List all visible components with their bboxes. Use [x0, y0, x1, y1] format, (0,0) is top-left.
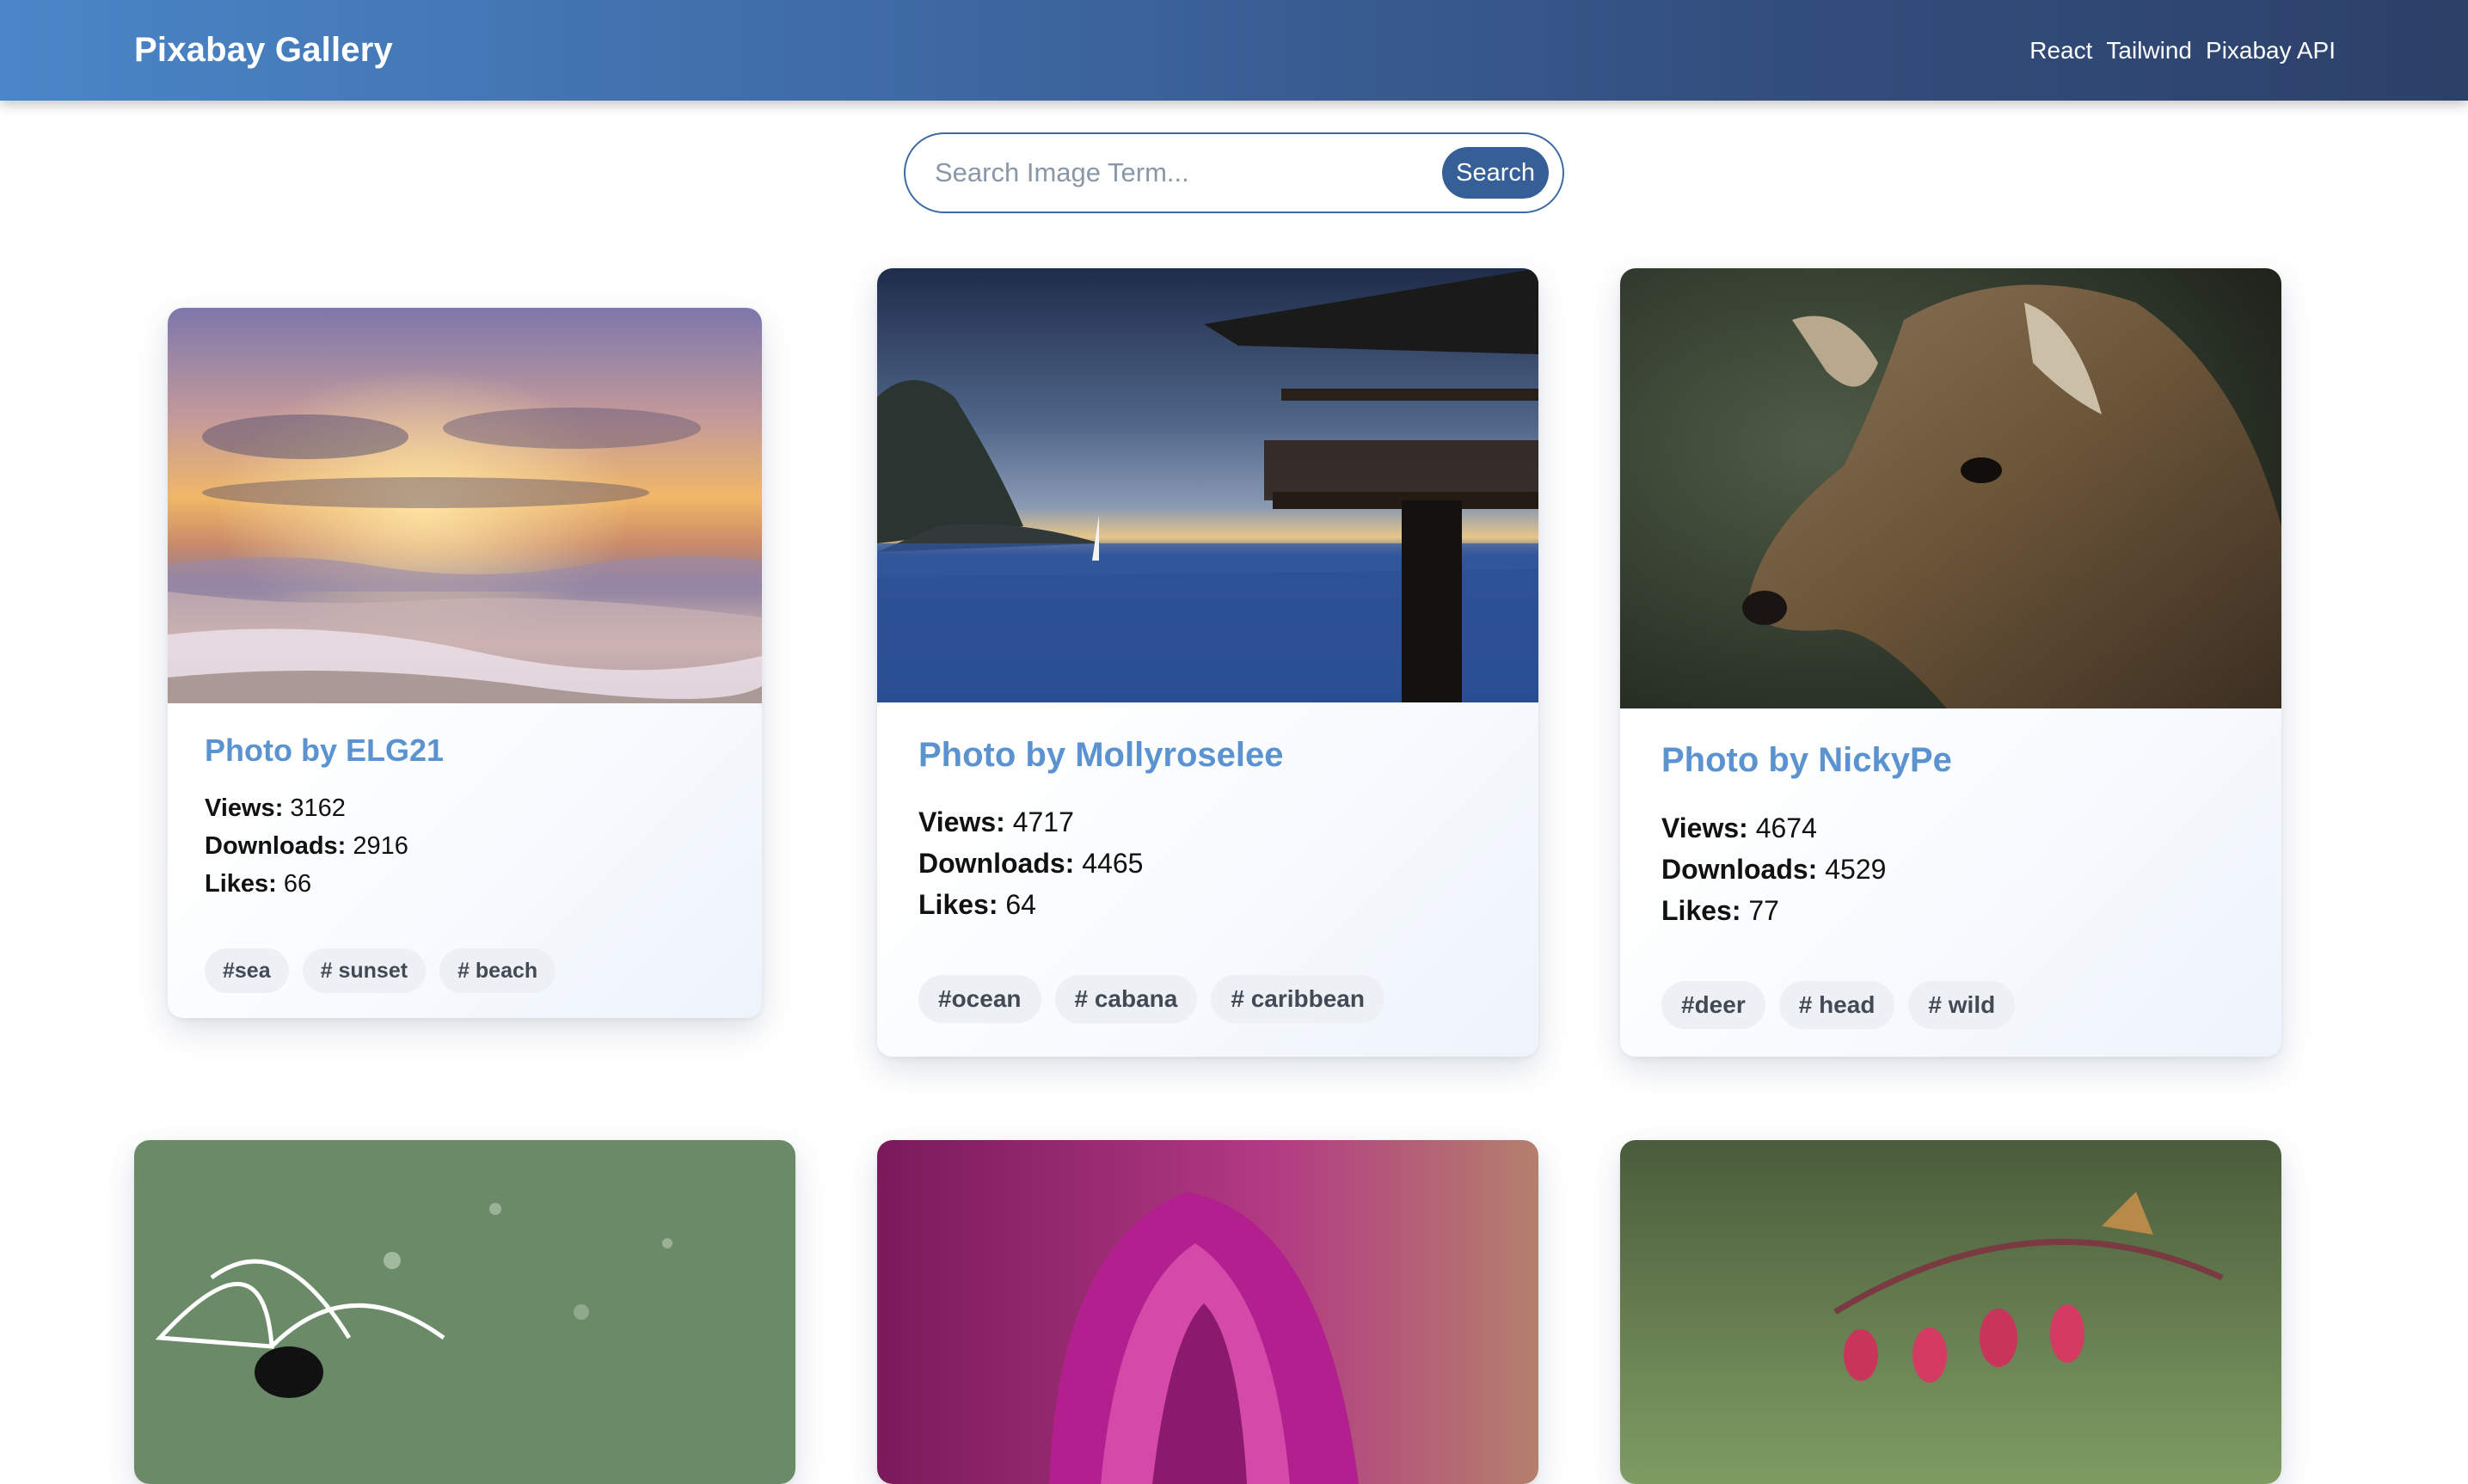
tag-chip[interactable]: # wild [1908, 981, 2016, 1029]
card-stats: Views: 4717 Downloads: 4465 Likes: 64 [918, 801, 1143, 925]
tag-chip[interactable]: #sea [205, 948, 289, 993]
tag-chip[interactable]: # caribbean [1211, 975, 1384, 1023]
stat-label: Views: [1661, 813, 1748, 843]
image-card: Photo by ELG21 Views: 3162 Downloads: 29… [168, 308, 762, 1018]
tag-list: #sea # sunset # beach [205, 948, 556, 993]
nav-link-react[interactable]: React [2029, 37, 2092, 64]
tag-chip[interactable]: # beach [439, 948, 556, 993]
card-image[interactable] [1620, 268, 2281, 708]
stat-label: Likes: [1661, 895, 1741, 926]
stat-value: 3162 [290, 794, 346, 822]
stat-label: Downloads: [1661, 854, 1818, 885]
tag-chip[interactable]: # cabana [1054, 975, 1198, 1023]
stat-likes: Likes: 64 [918, 884, 1143, 925]
card-title[interactable]: Photo by Mollyroselee [918, 736, 1284, 775]
stat-label: Likes: [205, 870, 277, 898]
stat-label: Downloads: [918, 848, 1075, 879]
stat-likes: Likes: 66 [205, 865, 408, 903]
search-input[interactable] [935, 157, 1443, 188]
nav-link-tailwind[interactable]: Tailwind [2106, 37, 2192, 64]
card-title[interactable]: Photo by ELG21 [205, 733, 444, 769]
card-stats: Views: 3162 Downloads: 2916 Likes: 66 [205, 789, 408, 903]
image-card [134, 1140, 795, 1484]
search-form: Search [904, 132, 1564, 213]
tag-list: #ocean # cabana # caribbean [918, 975, 1384, 1023]
stat-value: 2916 [353, 832, 408, 860]
card-stats: Views: 4674 Downloads: 4529 Likes: 77 [1661, 807, 1886, 931]
card-image[interactable] [877, 268, 1538, 702]
image-card [877, 1140, 1538, 1484]
stat-value: 4674 [1755, 813, 1817, 843]
stat-value: 4529 [1825, 854, 1887, 885]
brand-title[interactable]: Pixabay Gallery [134, 31, 393, 70]
stat-label: Views: [205, 794, 284, 822]
stat-downloads: Downloads: 4465 [918, 843, 1143, 884]
nav-link-pixabay-api[interactable]: Pixabay API [2206, 37, 2336, 64]
card-image[interactable] [134, 1140, 795, 1484]
stat-views: Views: 4717 [918, 801, 1143, 843]
image-card: Photo by Mollyroselee Views: 4717 Downlo… [877, 268, 1538, 1057]
tag-chip[interactable]: # sunset [302, 948, 427, 993]
stat-views: Views: 4674 [1661, 807, 1886, 849]
stat-value: 77 [1748, 895, 1779, 926]
card-image[interactable] [168, 308, 762, 703]
header-nav: React Tailwind Pixabay API [2029, 37, 2336, 64]
tag-chip[interactable]: #ocean [918, 975, 1041, 1023]
image-card: Photo by NickyPe Views: 4674 Downloads: … [1620, 268, 2281, 1057]
image-card [1620, 1140, 2281, 1484]
stat-downloads: Downloads: 2916 [205, 827, 408, 865]
stat-label: Likes: [918, 889, 998, 920]
stat-label: Views: [918, 806, 1005, 837]
stat-views: Views: 3162 [205, 789, 408, 827]
stat-label: Downloads: [205, 832, 347, 860]
card-image[interactable] [1620, 1140, 2281, 1484]
stat-value: 64 [1005, 889, 1036, 920]
card-image[interactable] [877, 1140, 1538, 1484]
app-header: Pixabay Gallery React Tailwind Pixabay A… [0, 0, 2468, 101]
search-button[interactable]: Search [1442, 147, 1549, 199]
card-title[interactable]: Photo by NickyPe [1661, 741, 1952, 780]
tag-list: #deer # head # wild [1661, 981, 2016, 1029]
stat-value: 4717 [1012, 806, 1074, 837]
stat-value: 66 [283, 870, 312, 898]
stat-likes: Likes: 77 [1661, 890, 1886, 931]
stat-downloads: Downloads: 4529 [1661, 849, 1886, 890]
stat-value: 4465 [1082, 848, 1144, 879]
tag-chip[interactable]: # head [1778, 981, 1895, 1029]
tag-chip[interactable]: #deer [1661, 981, 1765, 1029]
